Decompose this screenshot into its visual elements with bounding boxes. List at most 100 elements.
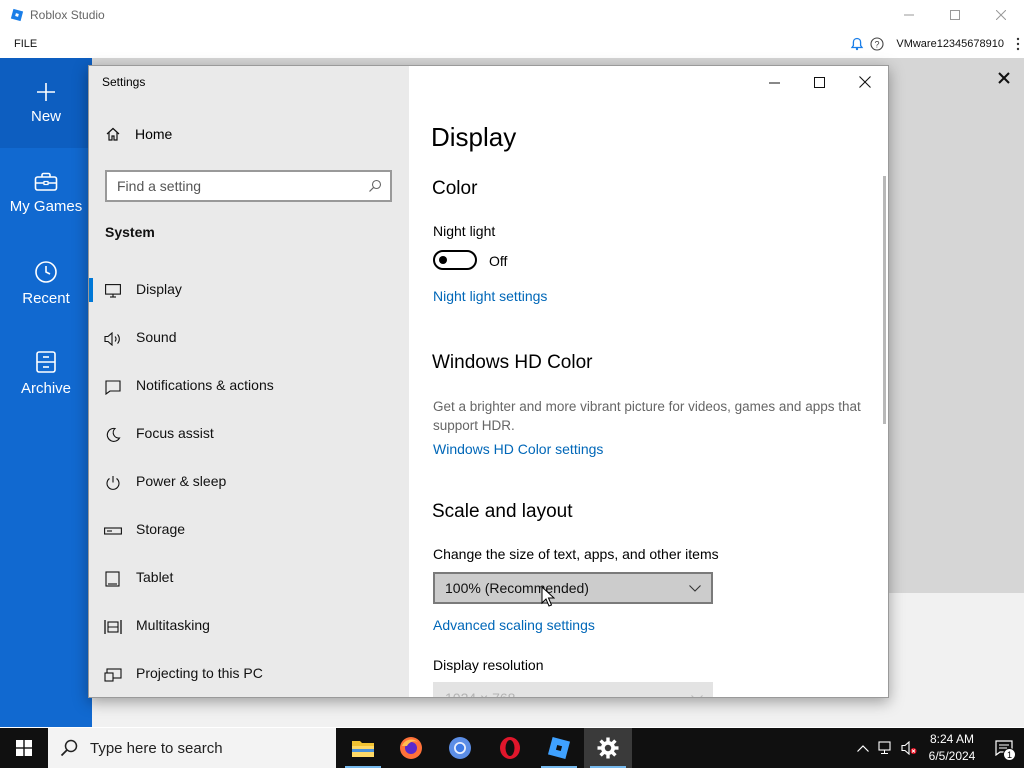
taskbar-search-box[interactable]: Type here to search bbox=[48, 728, 336, 768]
chevron-down-icon bbox=[691, 694, 703, 697]
firefox-icon bbox=[399, 736, 423, 760]
section-label: System bbox=[105, 224, 155, 240]
projecting-icon bbox=[104, 666, 122, 684]
app-titlebar: Roblox Studio bbox=[0, 0, 1024, 30]
roblox-sidebar: New My Games Recent Archive bbox=[0, 58, 92, 727]
search-icon bbox=[60, 739, 78, 757]
search-icon[interactable] bbox=[368, 179, 382, 193]
scale-label: Change the size of text, apps, and other… bbox=[433, 546, 719, 562]
system-tray: 8:24 AM 6/5/2024 1 bbox=[852, 728, 1024, 768]
resolution-dropdown[interactable]: 1024 × 768 bbox=[433, 682, 713, 697]
settings-close-button[interactable] bbox=[842, 66, 888, 98]
nav-new[interactable]: New bbox=[0, 58, 92, 148]
action-center-icon[interactable]: 1 bbox=[984, 728, 1024, 768]
moon-icon bbox=[104, 426, 122, 444]
hd-color-heading: Windows HD Color bbox=[432, 352, 593, 373]
hd-color-description: Get a brighter and more vibrant picture … bbox=[433, 399, 861, 433]
notification-count-badge: 1 bbox=[1003, 748, 1016, 761]
taskbar-file-explorer[interactable] bbox=[339, 728, 387, 768]
speaker-icon bbox=[104, 330, 122, 348]
nav-item-focus-assist[interactable]: Focus assist bbox=[89, 414, 409, 454]
toggle-knob bbox=[439, 256, 447, 264]
chevron-up-icon[interactable] bbox=[852, 744, 874, 752]
opera-icon bbox=[498, 736, 522, 760]
nav-item-label: Power & sleep bbox=[136, 473, 227, 489]
nav-item-label: Display bbox=[136, 281, 182, 297]
storage-icon bbox=[104, 522, 122, 540]
nav-my-games[interactable]: My Games bbox=[0, 148, 92, 238]
network-icon[interactable] bbox=[874, 741, 898, 755]
nav-item-multitasking[interactable]: Multitasking bbox=[89, 606, 409, 646]
nav-item-projecting[interactable]: Projecting to this PC bbox=[89, 654, 409, 694]
clock[interactable]: 8:24 AM 6/5/2024 bbox=[920, 731, 984, 765]
chevron-down-icon bbox=[689, 584, 701, 592]
nav-item-tablet[interactable]: Tablet bbox=[89, 558, 409, 598]
volume-muted-icon[interactable] bbox=[898, 741, 920, 755]
taskbar-chrome[interactable] bbox=[436, 728, 484, 768]
taskbar-settings[interactable] bbox=[584, 728, 632, 768]
clock-time: 8:24 AM bbox=[929, 732, 975, 746]
night-light-state: Off bbox=[489, 253, 508, 269]
start-button[interactable] bbox=[0, 728, 48, 768]
scale-dropdown[interactable]: 100% (Recommended) bbox=[433, 572, 713, 604]
page-title: Display bbox=[431, 122, 517, 152]
taskbar-roblox-studio[interactable] bbox=[535, 728, 583, 768]
settings-minimize-button[interactable] bbox=[751, 66, 797, 98]
nav-item-display[interactable]: Display bbox=[89, 270, 409, 310]
app-title: Roblox Studio bbox=[30, 8, 105, 22]
home-icon bbox=[105, 126, 121, 142]
close-button[interactable] bbox=[978, 0, 1024, 30]
notification-icon bbox=[104, 378, 122, 396]
multitasking-icon bbox=[104, 618, 122, 636]
svg-text:?: ? bbox=[875, 40, 880, 50]
nav-item-storage[interactable]: Storage bbox=[89, 510, 409, 550]
minimize-button[interactable] bbox=[886, 0, 932, 30]
settings-sidebar: Settings Home Find a setting System Disp… bbox=[89, 66, 409, 697]
nav-item-label: Storage bbox=[136, 521, 186, 537]
settings-window: Settings Home Find a setting System Disp… bbox=[88, 65, 889, 698]
windows-logo-icon bbox=[16, 740, 32, 756]
archive-icon bbox=[35, 350, 57, 374]
nav-recent[interactable]: Recent bbox=[0, 238, 92, 328]
roblox-studio-logo-icon bbox=[10, 8, 24, 22]
file-menu[interactable]: FILE bbox=[14, 38, 37, 50]
more-options-icon[interactable] bbox=[1016, 37, 1020, 51]
nav-item-power-sleep[interactable]: Power & sleep bbox=[89, 462, 409, 502]
nav-archive-label: Archive bbox=[20, 379, 72, 397]
selected-indicator bbox=[89, 278, 93, 302]
nav-item-label: Projecting to this PC bbox=[136, 665, 263, 681]
taskbar-opera[interactable] bbox=[486, 728, 534, 768]
scale-layout-heading: Scale and layout bbox=[432, 501, 573, 522]
nav-item-label: Sound bbox=[136, 329, 177, 345]
briefcase-icon bbox=[34, 172, 58, 192]
nav-archive[interactable]: Archive bbox=[0, 328, 92, 418]
settings-window-title: Settings bbox=[102, 75, 146, 89]
taskbar-firefox[interactable] bbox=[387, 728, 435, 768]
nav-item-notifications[interactable]: Notifications & actions bbox=[89, 366, 409, 406]
advanced-scaling-link[interactable]: Advanced scaling settings bbox=[433, 617, 595, 633]
night-light-settings-link[interactable]: Night light settings bbox=[433, 288, 547, 304]
panel-close-icon[interactable] bbox=[994, 68, 1014, 88]
plus-icon bbox=[36, 82, 56, 102]
hd-color-settings-link[interactable]: Windows HD Color settings bbox=[433, 441, 603, 457]
username-label[interactable]: VMware12345678910 bbox=[896, 38, 1004, 50]
folder-icon bbox=[351, 738, 375, 758]
find-setting-input[interactable]: Find a setting bbox=[105, 170, 392, 202]
taskbar: Type here to search 8:24 AM 6/5/2024 1 bbox=[0, 728, 1024, 768]
help-icon[interactable]: ? bbox=[870, 37, 884, 51]
home-link[interactable]: Home bbox=[105, 126, 172, 142]
night-light-toggle[interactable] bbox=[433, 250, 477, 270]
app-menubar: FILE ? VMware12345678910 bbox=[0, 30, 1024, 58]
maximize-button[interactable] bbox=[932, 0, 978, 30]
notification-bell-icon[interactable] bbox=[850, 37, 864, 51]
power-icon bbox=[104, 474, 122, 492]
gear-icon bbox=[597, 737, 619, 759]
home-label: Home bbox=[135, 126, 173, 142]
resolution-label: Display resolution bbox=[433, 657, 544, 673]
settings-maximize-button[interactable] bbox=[796, 66, 842, 98]
roblox-studio-icon bbox=[547, 736, 571, 760]
nav-recent-label: Recent bbox=[22, 289, 70, 307]
nav-item-sound[interactable]: Sound bbox=[89, 318, 409, 358]
nav-item-label: Focus assist bbox=[136, 425, 214, 441]
content-scrollbar[interactable] bbox=[883, 176, 886, 424]
